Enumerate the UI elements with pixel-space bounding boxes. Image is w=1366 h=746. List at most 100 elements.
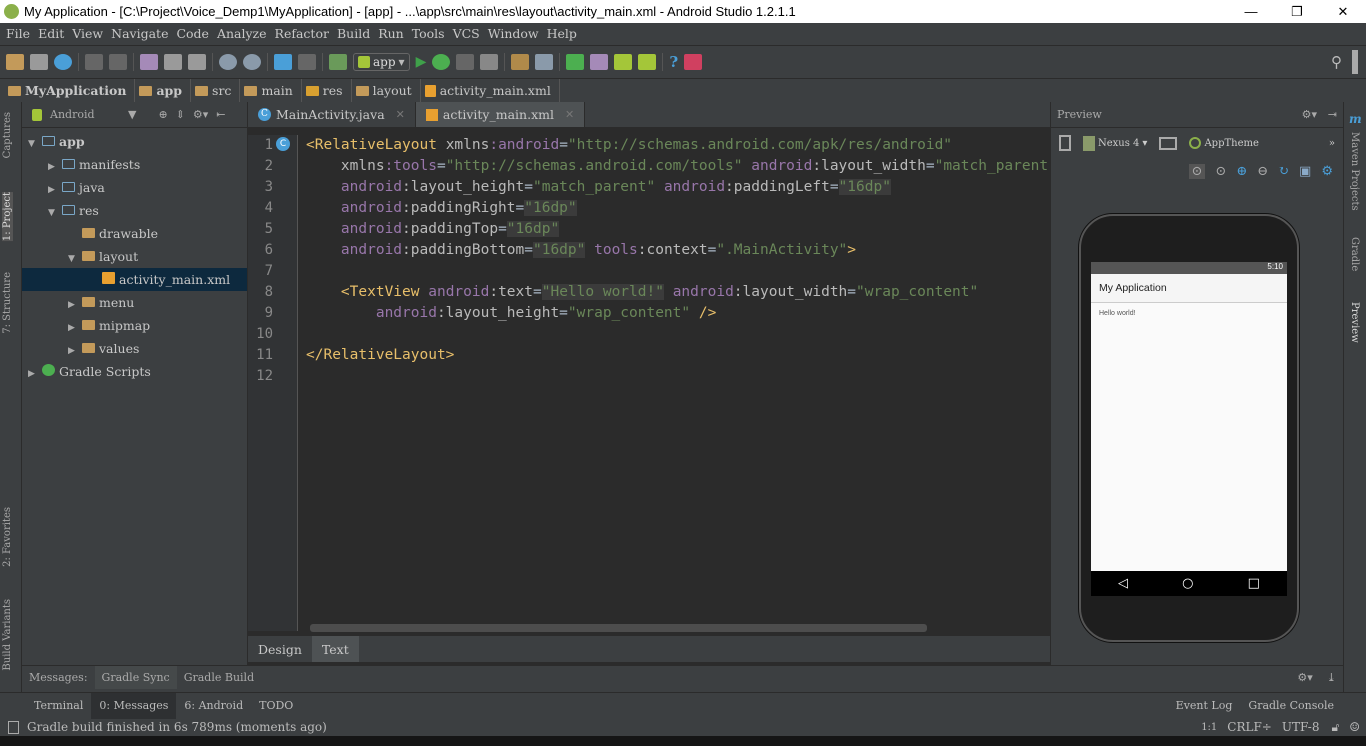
tab-text[interactable]: Text (311, 636, 359, 662)
breadcrumb-item[interactable]: src (195, 78, 241, 103)
tree-item[interactable]: ▼ layout (22, 245, 247, 268)
breadcrumb-item[interactable]: MyApplication (8, 78, 136, 103)
project-structure-icon[interactable] (511, 54, 530, 70)
gradle-sync-icon[interactable] (566, 54, 585, 70)
encoding[interactable]: UTF-8 (1282, 720, 1320, 734)
tab-terminal[interactable]: Terminal (26, 693, 91, 719)
tab-build-variants[interactable]: Build Variants (2, 599, 13, 671)
zoom-out-icon[interactable]: ⊖ (1257, 164, 1268, 179)
gear-icon[interactable]: ⚙ (1321, 164, 1333, 179)
back-icon[interactable] (274, 54, 292, 70)
tab-activity-main-xml[interactable]: activity_main.xml ✕ (415, 102, 586, 127)
menu-build[interactable]: Build (335, 23, 376, 45)
chevron-down-icon[interactable]: ▼ (128, 108, 136, 121)
tab-gradle-sync[interactable]: Gradle Sync (94, 666, 177, 689)
tab-mainactivity-java[interactable]: C MainActivity.java ✕ (248, 102, 416, 127)
tab-event-log[interactable]: Event Log (1168, 693, 1241, 719)
menu-view[interactable]: View (70, 23, 109, 45)
cut-icon[interactable] (140, 54, 158, 70)
menu-navigate[interactable]: Navigate (109, 23, 174, 45)
tree-item[interactable]: drawable (22, 222, 247, 245)
menu-file[interactable]: File (4, 23, 36, 45)
device-config-icon[interactable] (1059, 135, 1071, 151)
hide-icon[interactable]: ⇤ (216, 108, 225, 121)
breadcrumb-item[interactable]: activity_main.xml (424, 78, 560, 103)
menu-vcs[interactable]: VCS (451, 23, 486, 45)
replace-icon[interactable] (243, 54, 261, 70)
close-window-button[interactable]: ✕ (1320, 0, 1366, 23)
menu-analyze[interactable]: Analyze (215, 23, 273, 45)
menu-tools[interactable]: Tools (410, 23, 451, 45)
paste-icon[interactable] (188, 54, 206, 70)
undo-icon[interactable] (85, 54, 103, 70)
menu-help[interactable]: Help (545, 23, 583, 45)
breadcrumb-item[interactable]: layout (355, 78, 421, 103)
gear-icon[interactable]: ⚙▾ (1302, 102, 1317, 128)
close-tab-icon[interactable]: ✕ (565, 108, 574, 121)
tab-android[interactable]: 6: Android (176, 693, 251, 719)
tree-item[interactable]: ▶ values (22, 337, 247, 360)
breadcrumb-item[interactable]: main (244, 78, 302, 103)
tree-item[interactable]: ▶ menu (22, 291, 247, 314)
refresh-icon[interactable]: ↻ (1278, 164, 1289, 179)
tab-gradle-build[interactable]: Gradle Build (177, 666, 261, 689)
lock-icon[interactable]: 🔓︎ (1331, 720, 1339, 735)
tree-item[interactable]: ▶ mipmap (22, 314, 247, 337)
tab-gradle[interactable]: Gradle (1349, 237, 1360, 271)
sync-icon[interactable] (54, 54, 72, 70)
tree-item[interactable]: ▶ Gradle Scripts (22, 360, 247, 383)
horizontal-scrollbar[interactable] (310, 624, 927, 632)
stop-icon[interactable] (480, 54, 499, 70)
line-separator[interactable]: CRLF÷ (1227, 720, 1272, 734)
collapse-icon[interactable]: ⇕ (176, 108, 185, 121)
zoom-fit-icon[interactable]: ⊙ (1188, 163, 1206, 179)
theme-select[interactable]: AppTheme (1189, 137, 1259, 149)
tree-item[interactable]: ▼ app (22, 130, 247, 153)
project-view-select[interactable]: Android (50, 108, 120, 121)
zoom-in-icon[interactable]: ⊕ (1236, 164, 1247, 179)
open-icon[interactable] (6, 54, 24, 70)
menu-refactor[interactable]: Refactor (273, 23, 335, 45)
run-icon[interactable]: ▶ (416, 54, 427, 70)
more-icon[interactable]: » (1329, 138, 1335, 149)
gear-icon[interactable]: ⚙▾ (193, 108, 208, 121)
settings-icon[interactable] (535, 54, 554, 70)
gear-icon[interactable]: ⚙▾ (1290, 666, 1319, 689)
device-icon[interactable] (684, 54, 703, 70)
minimize-panel-icon[interactable]: ⤓ (1320, 666, 1343, 689)
breadcrumb-item[interactable]: app (139, 78, 192, 103)
tab-maven-projects[interactable]: Maven Projects (1349, 132, 1360, 211)
breadcrumb-item[interactable]: res (305, 78, 352, 103)
minimize-button[interactable]: — (1228, 0, 1274, 23)
caret-position[interactable]: 1:1 (1201, 722, 1217, 733)
avd-manager-icon[interactable] (590, 54, 609, 70)
tree-item[interactable]: ▶ java (22, 176, 247, 199)
tab-project[interactable]: 1: Project (2, 192, 13, 242)
code-area[interactable]: <RelativeLayout xmlns:android="http://sc… (306, 135, 1050, 631)
menu-window[interactable]: Window (486, 23, 545, 45)
expand-arrow-icon[interactable]: ▶ (28, 363, 42, 386)
help-icon[interactable]: ? (669, 53, 678, 71)
hello-text-view[interactable]: Hello world! (1091, 303, 1287, 324)
attach-debugger-icon[interactable] (456, 54, 475, 70)
tab-captures[interactable]: Captures (2, 112, 13, 158)
screenshot-icon[interactable]: ▣ (1299, 164, 1311, 179)
inspector-icon[interactable]: ☺ (1349, 720, 1360, 734)
android-monitor-icon[interactable] (638, 54, 657, 70)
device-select[interactable]: Nexus 4 ▾ (1083, 135, 1147, 151)
tree-item[interactable]: ▶ manifests (22, 153, 247, 176)
tab-todo[interactable]: TODO (251, 693, 301, 719)
save-icon[interactable] (30, 54, 48, 70)
debug-icon[interactable] (432, 54, 451, 70)
menu-code[interactable]: Code (174, 23, 215, 45)
maximize-button[interactable]: ❐ (1274, 0, 1320, 23)
forward-icon[interactable] (298, 54, 316, 70)
tree-item[interactable]: activity_main.xml (22, 268, 247, 291)
tree-item[interactable]: ▼ res (22, 199, 247, 222)
search-everywhere-icon[interactable]: ⚲ (1331, 53, 1342, 71)
menu-run[interactable]: Run (376, 23, 410, 45)
copy-icon[interactable] (164, 54, 182, 70)
menu-edit[interactable]: Edit (36, 23, 70, 45)
tab-messages[interactable]: 0: Messages (91, 692, 177, 719)
hide-icon[interactable]: ⇥ (1328, 102, 1337, 128)
